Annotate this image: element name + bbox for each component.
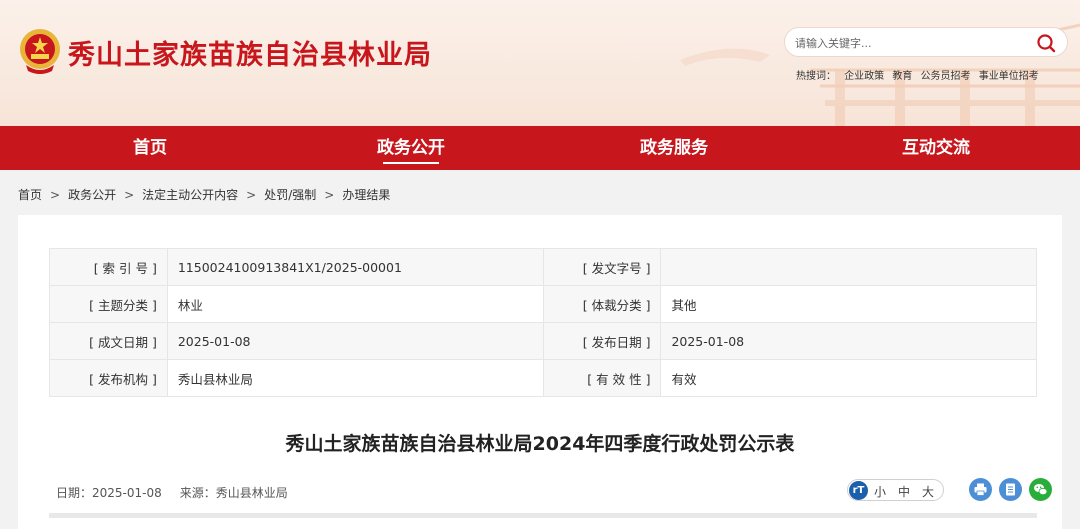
breadcrumb-link[interactable]: 首页 (18, 188, 42, 202)
article-date: 日期：2025-01-08 (56, 486, 162, 500)
meta-value: 1150024100913841X1/2025-00001 (166, 248, 544, 286)
meta-value: 2025-01-08 (166, 322, 544, 360)
breadcrumb-link[interactable]: 法定主动公开内容 (142, 188, 238, 202)
nav-item-gov-services[interactable]: 政务服务 (594, 126, 754, 170)
article-info: 日期：2025-01-08 来源：秀山县林业局 (56, 484, 306, 501)
hotwords-label: 热搜词： (796, 71, 836, 82)
meta-value: 林业 (166, 285, 544, 323)
meta-label: [ 有 效 性 ] (542, 359, 662, 397)
meta-label: [ 体裁分类 ] (542, 285, 662, 323)
meta-label: [ 主题分类 ] (49, 285, 168, 323)
printer-icon (974, 483, 987, 496)
meta-label: [ 发文字号 ] (542, 248, 662, 286)
table-row: [ 发布机构 ] 秀山县林业局 [ 有 效 性 ] 有效 (49, 359, 1037, 397)
hotword-link[interactable]: 企业政策 (844, 71, 884, 82)
nav-item-gov-affairs[interactable]: 政务公开 (331, 126, 491, 170)
search-box (784, 27, 1068, 57)
meta-value: 2025-01-08 (660, 322, 1037, 360)
breadcrumb-separator: > (324, 188, 335, 202)
table-row: [ 索 引 号 ] 1150024100913841X1/2025-00001 … (49, 248, 1037, 286)
breadcrumb-separator: > (50, 188, 61, 202)
meta-value: 秀山县林业局 (166, 359, 544, 397)
font-size-medium-button[interactable]: 中 (898, 483, 910, 500)
content-panel: [ 索 引 号 ] 1150024100913841X1/2025-00001 … (18, 215, 1062, 529)
meta-label: [ 索 引 号 ] (49, 248, 168, 286)
nav-item-home[interactable]: 首页 (70, 126, 230, 170)
print-button[interactable] (969, 478, 992, 501)
table-row: [ 成文日期 ] 2025-01-08 [ 发布日期 ] 2025-01-08 (49, 322, 1037, 360)
search-input[interactable] (795, 33, 1025, 53)
article-source: 来源：秀山县林业局 (179, 486, 288, 500)
meta-value: 有效 (660, 359, 1037, 397)
wechat-share-button[interactable] (1029, 478, 1052, 501)
document-icon (1006, 483, 1015, 496)
pavilion-decoration (680, 23, 1080, 126)
meta-label: [ 发布机构 ] (49, 359, 168, 397)
site-header: 秀山土家族苗族自治县林业局 热搜词： 企业政策 教育 公务员招考 事业单位招考 (0, 0, 1080, 126)
table-row: [ 主题分类 ] 林业 [ 体裁分类 ] 其他 (49, 285, 1037, 323)
breadcrumb-link[interactable]: 办理结果 (342, 188, 390, 202)
breadcrumb: 首页 > 政务公开 > 法定主动公开内容 > 处罚/强制 > 办理结果 (18, 186, 390, 203)
breadcrumb-link[interactable]: 政务公开 (68, 188, 116, 202)
font-size-small-button[interactable]: 小 (874, 483, 886, 500)
font-size-icon: rT (849, 481, 868, 500)
hotword-link[interactable]: 教育 (892, 71, 912, 82)
national-emblem-icon (20, 29, 60, 74)
site-title: 秀山土家族苗族自治县林业局 (68, 40, 432, 71)
breadcrumb-separator: > (124, 188, 135, 202)
meta-value: 其他 (660, 285, 1037, 323)
save-page-button[interactable] (999, 478, 1022, 501)
document-meta-table: [ 索 引 号 ] 1150024100913841X1/2025-00001 … (49, 248, 1037, 397)
breadcrumb-link[interactable]: 处罚/强制 (264, 188, 316, 202)
nav-item-interaction[interactable]: 互动交流 (856, 126, 1016, 170)
meta-label: [ 成文日期 ] (49, 322, 168, 360)
search-icon[interactable] (1035, 32, 1057, 54)
breadcrumb-separator: > (246, 188, 257, 202)
hotwords: 热搜词： 企业政策 教育 公务员招考 事业单位招考 (796, 67, 1044, 82)
font-size-large-button[interactable]: 大 (922, 483, 934, 500)
content-divider (49, 513, 1037, 518)
hotword-link[interactable]: 事业单位招考 (979, 71, 1039, 82)
hotword-link[interactable]: 公务员招考 (921, 71, 971, 82)
article-title: 秀山土家族苗族自治县林业局2024年四季度行政处罚公示表 (285, 433, 795, 455)
main-nav: 首页 政务公开 政务服务 互动交流 (0, 126, 1080, 170)
font-size-switcher: rT 小 中 大 (847, 479, 944, 501)
wechat-icon (1034, 484, 1048, 496)
meta-label: [ 发布日期 ] (542, 322, 662, 360)
meta-value (660, 248, 1037, 286)
